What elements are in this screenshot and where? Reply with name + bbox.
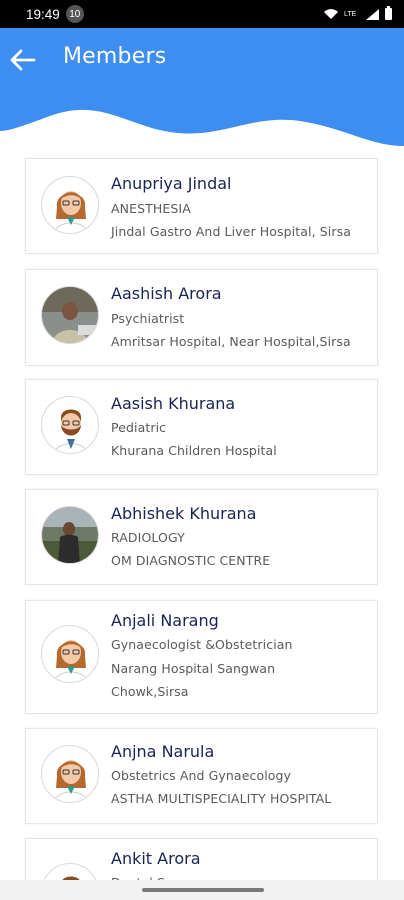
signal-icon (366, 8, 379, 20)
member-card[interactable]: Anupriya Jindal ANESTHESIA Jindal Gastro… (25, 158, 378, 254)
system-navigation-bar (0, 880, 404, 900)
male-doctor-icon (54, 409, 88, 453)
app-header: Members (0, 28, 404, 153)
member-specialty: RADIOLOGY (111, 530, 185, 545)
female-doctor-avatar (41, 625, 99, 683)
member-name: Ankit Arora (111, 849, 201, 868)
home-gesture-handle[interactable] (142, 888, 264, 892)
member-name: Anjali Narang (111, 611, 219, 630)
member-photo (41, 286, 99, 344)
arrow-left-icon (10, 49, 36, 71)
member-card[interactable]: Anjna Narula Obstetrics And Gynaecology … (25, 728, 378, 824)
member-card[interactable]: Abhishek Khurana RADIOLOGY OM DIAGNOSTIC… (25, 489, 378, 585)
photo-portrait (42, 507, 98, 563)
member-specialty: Pediatric (111, 420, 167, 435)
battery-icon (385, 6, 392, 20)
photo-portrait (42, 287, 98, 343)
female-doctor-icon (53, 760, 89, 802)
member-specialty: Obstetrics And Gynaecology (111, 768, 292, 783)
member-name: Abhishek Khurana (111, 504, 257, 523)
female-doctor-icon (53, 191, 89, 233)
member-hospital: Amritsar Hospital, Near Hospital,Sirsa (111, 334, 351, 349)
member-specialty: Gynaecologist &Obstetrician (111, 637, 293, 652)
member-name: Anupriya Jindal (111, 174, 232, 193)
member-hospital: Narang Hospital Sangwan (111, 661, 276, 676)
page-title: Members (63, 44, 167, 69)
member-hospital: OM DIAGNOSTIC CENTRE (111, 553, 271, 568)
member-name: Aashish Arora (111, 284, 222, 303)
female-doctor-icon (53, 640, 89, 682)
female-doctor-avatar (41, 745, 99, 803)
member-specialty: Psychiatrist (111, 311, 185, 326)
status-time: 19:49 (26, 6, 60, 22)
member-photo (41, 506, 99, 564)
member-card[interactable]: Aashish Arora Psychiatrist Amritsar Hosp… (25, 269, 378, 366)
member-hospital: ASTHA MULTISPECIALITY HOSPITAL (111, 791, 332, 806)
notification-count-badge: 10 (65, 5, 84, 23)
member-hospital: Khurana Children Hospital (111, 443, 277, 458)
member-hospital-line2: Chowk,Sirsa (111, 684, 189, 699)
male-doctor-avatar (41, 396, 99, 454)
member-card[interactable]: Anjali Narang Gynaecologist &Obstetricia… (25, 600, 378, 714)
network-type-label: LTE (344, 10, 357, 18)
member-hospital: Jindal Gastro And Liver Hospital, Sirsa (111, 224, 351, 239)
member-card[interactable]: Aasish Khurana Pediatric Khurana Childre… (25, 379, 378, 475)
member-name: Aasish Khurana (111, 394, 236, 413)
status-bar: 19:49 10 LTE (0, 0, 404, 28)
header-wave-background (0, 28, 404, 146)
female-doctor-avatar (41, 176, 99, 234)
member-specialty: ANESTHESIA (111, 201, 191, 216)
back-button[interactable] (8, 45, 38, 75)
wifi-icon (324, 9, 338, 19)
status-icons: LTE (324, 6, 392, 20)
member-name: Anjna Narula (111, 742, 215, 761)
